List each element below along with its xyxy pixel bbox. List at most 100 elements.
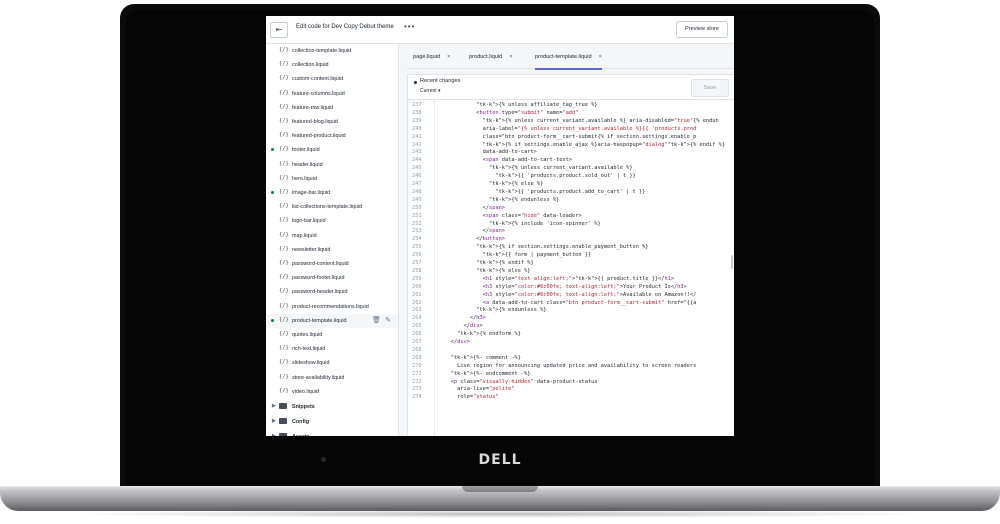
sidebar-file-item[interactable]: {/} list-collections-template.liquid	[266, 200, 398, 214]
panel-header: Recent changes Current ▾ Save	[408, 75, 734, 100]
line-number: 244	[412, 157, 422, 164]
pencil-icon[interactable]: ✎	[385, 316, 391, 324]
sidebar-file-item[interactable]: {/} rich-text.liquid	[266, 342, 398, 356]
laptop-shadow	[60, 510, 940, 518]
sidebar-file-item[interactable]: {/} product-template.liquid 🗑 ✎	[266, 313, 398, 328]
save-button[interactable]: Save	[691, 79, 729, 97]
code-line: "tk-k">{% if settings.enable_ajax %}aria…	[482, 141, 726, 148]
more-actions-button[interactable]: •••	[404, 22, 415, 31]
sidebar-file-item[interactable]: {/} featured-blog.liquid	[266, 115, 398, 129]
version-select[interactable]: Current ▾	[420, 88, 441, 94]
sidebar-file-item[interactable]: {/} store-availability.liquid	[266, 371, 398, 385]
liquid-file-icon: {/}	[279, 103, 289, 110]
line-number: 241	[412, 133, 422, 140]
sidebar-file-label: newsletter.liquid	[292, 246, 331, 253]
line-number: 247	[412, 181, 422, 187]
sidebar-file-item[interactable]: {/} hero.liquid	[266, 172, 398, 186]
sidebar-file-item[interactable]: {/} header.liquid	[266, 158, 398, 172]
line-number: 270	[412, 362, 422, 369]
sidebar-file-item[interactable]: {/} quotes.liquid	[266, 328, 398, 342]
editor-tab[interactable]: product.liquid ×	[469, 54, 513, 68]
liquid-file-icon: {/}	[279, 47, 289, 53]
line-number: 240	[412, 125, 422, 132]
close-tab-icon[interactable]: ×	[599, 54, 602, 60]
sidebar-folder[interactable]: ▶ Config	[266, 415, 398, 429]
preview-store-button[interactable]: Preview store	[676, 21, 728, 38]
recent-changes-label: Recent changes	[420, 78, 461, 84]
sidebar-file-label: feature-row.liquid	[292, 104, 334, 111]
sidebar-file-item[interactable]: {/} footer.liquid	[266, 143, 398, 157]
liquid-file-icon: {/}	[279, 118, 289, 124]
sidebar-file-item[interactable]: {/} custom-content.liquid	[266, 72, 398, 86]
sidebar-file-label: store-availability.liquid	[292, 374, 345, 381]
sidebar-file-item[interactable]: {/} password-content.liquid	[266, 257, 398, 271]
trash-icon[interactable]: 🗑	[372, 316, 381, 324]
liquid-file-icon: {/}	[279, 75, 289, 82]
sidebar-file-item[interactable]: {/} newsletter.liquid	[266, 243, 398, 257]
folder-icon	[279, 403, 287, 409]
line-number: 242	[412, 141, 422, 148]
code-line: <span class="hide" data-loader>	[438, 212, 582, 219]
sidebar-file-item[interactable]: {/} collection-template.liquid	[266, 44, 398, 58]
code-line: <span data-add-to-cart-text>	[438, 157, 572, 164]
sidebar-file-label: quotes.liquid	[292, 332, 323, 338]
sidebar-file-item[interactable]: {/} logo-bar.liquid	[266, 214, 398, 228]
line-number: 237	[412, 102, 422, 108]
liquid-file-icon: {/}	[279, 331, 289, 337]
editor-tab[interactable]: page.liquid ×	[413, 54, 450, 68]
line-number: 253	[412, 228, 422, 235]
code-line: "tk-k">{% endif %}	[476, 260, 534, 266]
exit-button[interactable]: ⇤	[270, 22, 288, 38]
line-number: 238	[412, 109, 422, 116]
code-line: </button>	[438, 236, 505, 243]
caret-right-icon: ▶	[272, 403, 276, 409]
sidebar-file-item[interactable]: {/} video.liquid	[266, 385, 398, 399]
sidebar-folder[interactable]: ▶ Assets	[266, 430, 398, 436]
sidebar-file-label: custom-content.liquid	[292, 76, 343, 83]
caret-right-icon: ▶	[272, 418, 276, 424]
exit-icon: ⇤	[275, 25, 283, 34]
code-line: "tk-k">{{ form | payment_button }}	[482, 252, 592, 259]
liquid-file-icon: {/}	[279, 231, 289, 238]
sidebar-folder[interactable]: ▶ Snippets	[266, 400, 398, 414]
code-editor[interactable]: 237 238 239 240 241 242 243 244 245 246 247 248 249 2…	[408, 100, 734, 436]
code-line: <h3 style="color:#6c00fe; text-align:lef…	[438, 291, 697, 298]
lid-notch	[462, 486, 538, 492]
liquid-file-icon: {/}	[279, 387, 289, 394]
sidebar-file-label: product-template.liquid	[292, 317, 347, 324]
sidebar-file-label: footer.liquid	[292, 147, 320, 154]
liquid-file-icon: {/}	[279, 373, 289, 380]
line-number: 246	[412, 173, 422, 180]
sidebar-file-item[interactable]: {/} feature-row.liquid	[266, 101, 398, 115]
close-tab-icon[interactable]: ×	[447, 54, 450, 60]
line-number: 274	[412, 394, 422, 401]
line-number: 269	[412, 354, 422, 361]
line-number: 259	[412, 275, 422, 282]
code-line: "tk-k">{% endunless %}	[476, 307, 547, 314]
sidebar-file-item[interactable]: {/} map.liquid	[266, 229, 398, 243]
code-line: "tk-k">{% include 'icon-spinner' %}	[489, 220, 601, 227]
code-line: </span>	[438, 228, 505, 235]
line-number: 248	[412, 188, 422, 195]
code-line: "tk-k">{% else %}	[476, 267, 531, 274]
modified-dot-icon	[271, 318, 274, 322]
editor-tab[interactable]: product-template.liquid ×	[535, 54, 602, 70]
line-number: 257	[412, 260, 422, 266]
liquid-file-icon: {/}	[279, 245, 289, 252]
code-line: </div>	[438, 323, 483, 330]
code-line: "tk-k">{% else %}	[489, 181, 544, 187]
sidebar-file-label: logo-bar.liquid	[292, 218, 326, 225]
sidebar-file-item[interactable]: {/} password-footer.liquid	[266, 271, 398, 285]
sidebar-file-label: featured-product.liquid	[292, 133, 346, 140]
sidebar-file-item[interactable]: {/} product-recommendations.liquid	[266, 300, 398, 314]
line-number: 266	[412, 331, 422, 338]
sidebar-file-item[interactable]: {/} feature-columns.liquid	[266, 87, 398, 101]
sidebar-file-item[interactable]: {/} password-header.liquid	[266, 285, 398, 299]
laptop-base	[0, 489, 1000, 511]
close-tab-icon[interactable]: ×	[509, 54, 512, 60]
sidebar-file-item[interactable]: {/} collection.liquid	[266, 58, 398, 72]
sidebar-file-item[interactable]: {/} featured-product.liquid	[266, 129, 398, 143]
liquid-file-icon: {/}	[279, 359, 289, 366]
sidebar-file-item[interactable]: {/} slideshow.liquid	[266, 356, 398, 370]
sidebar-file-item[interactable]: {/} image-bar.liquid	[266, 186, 398, 200]
